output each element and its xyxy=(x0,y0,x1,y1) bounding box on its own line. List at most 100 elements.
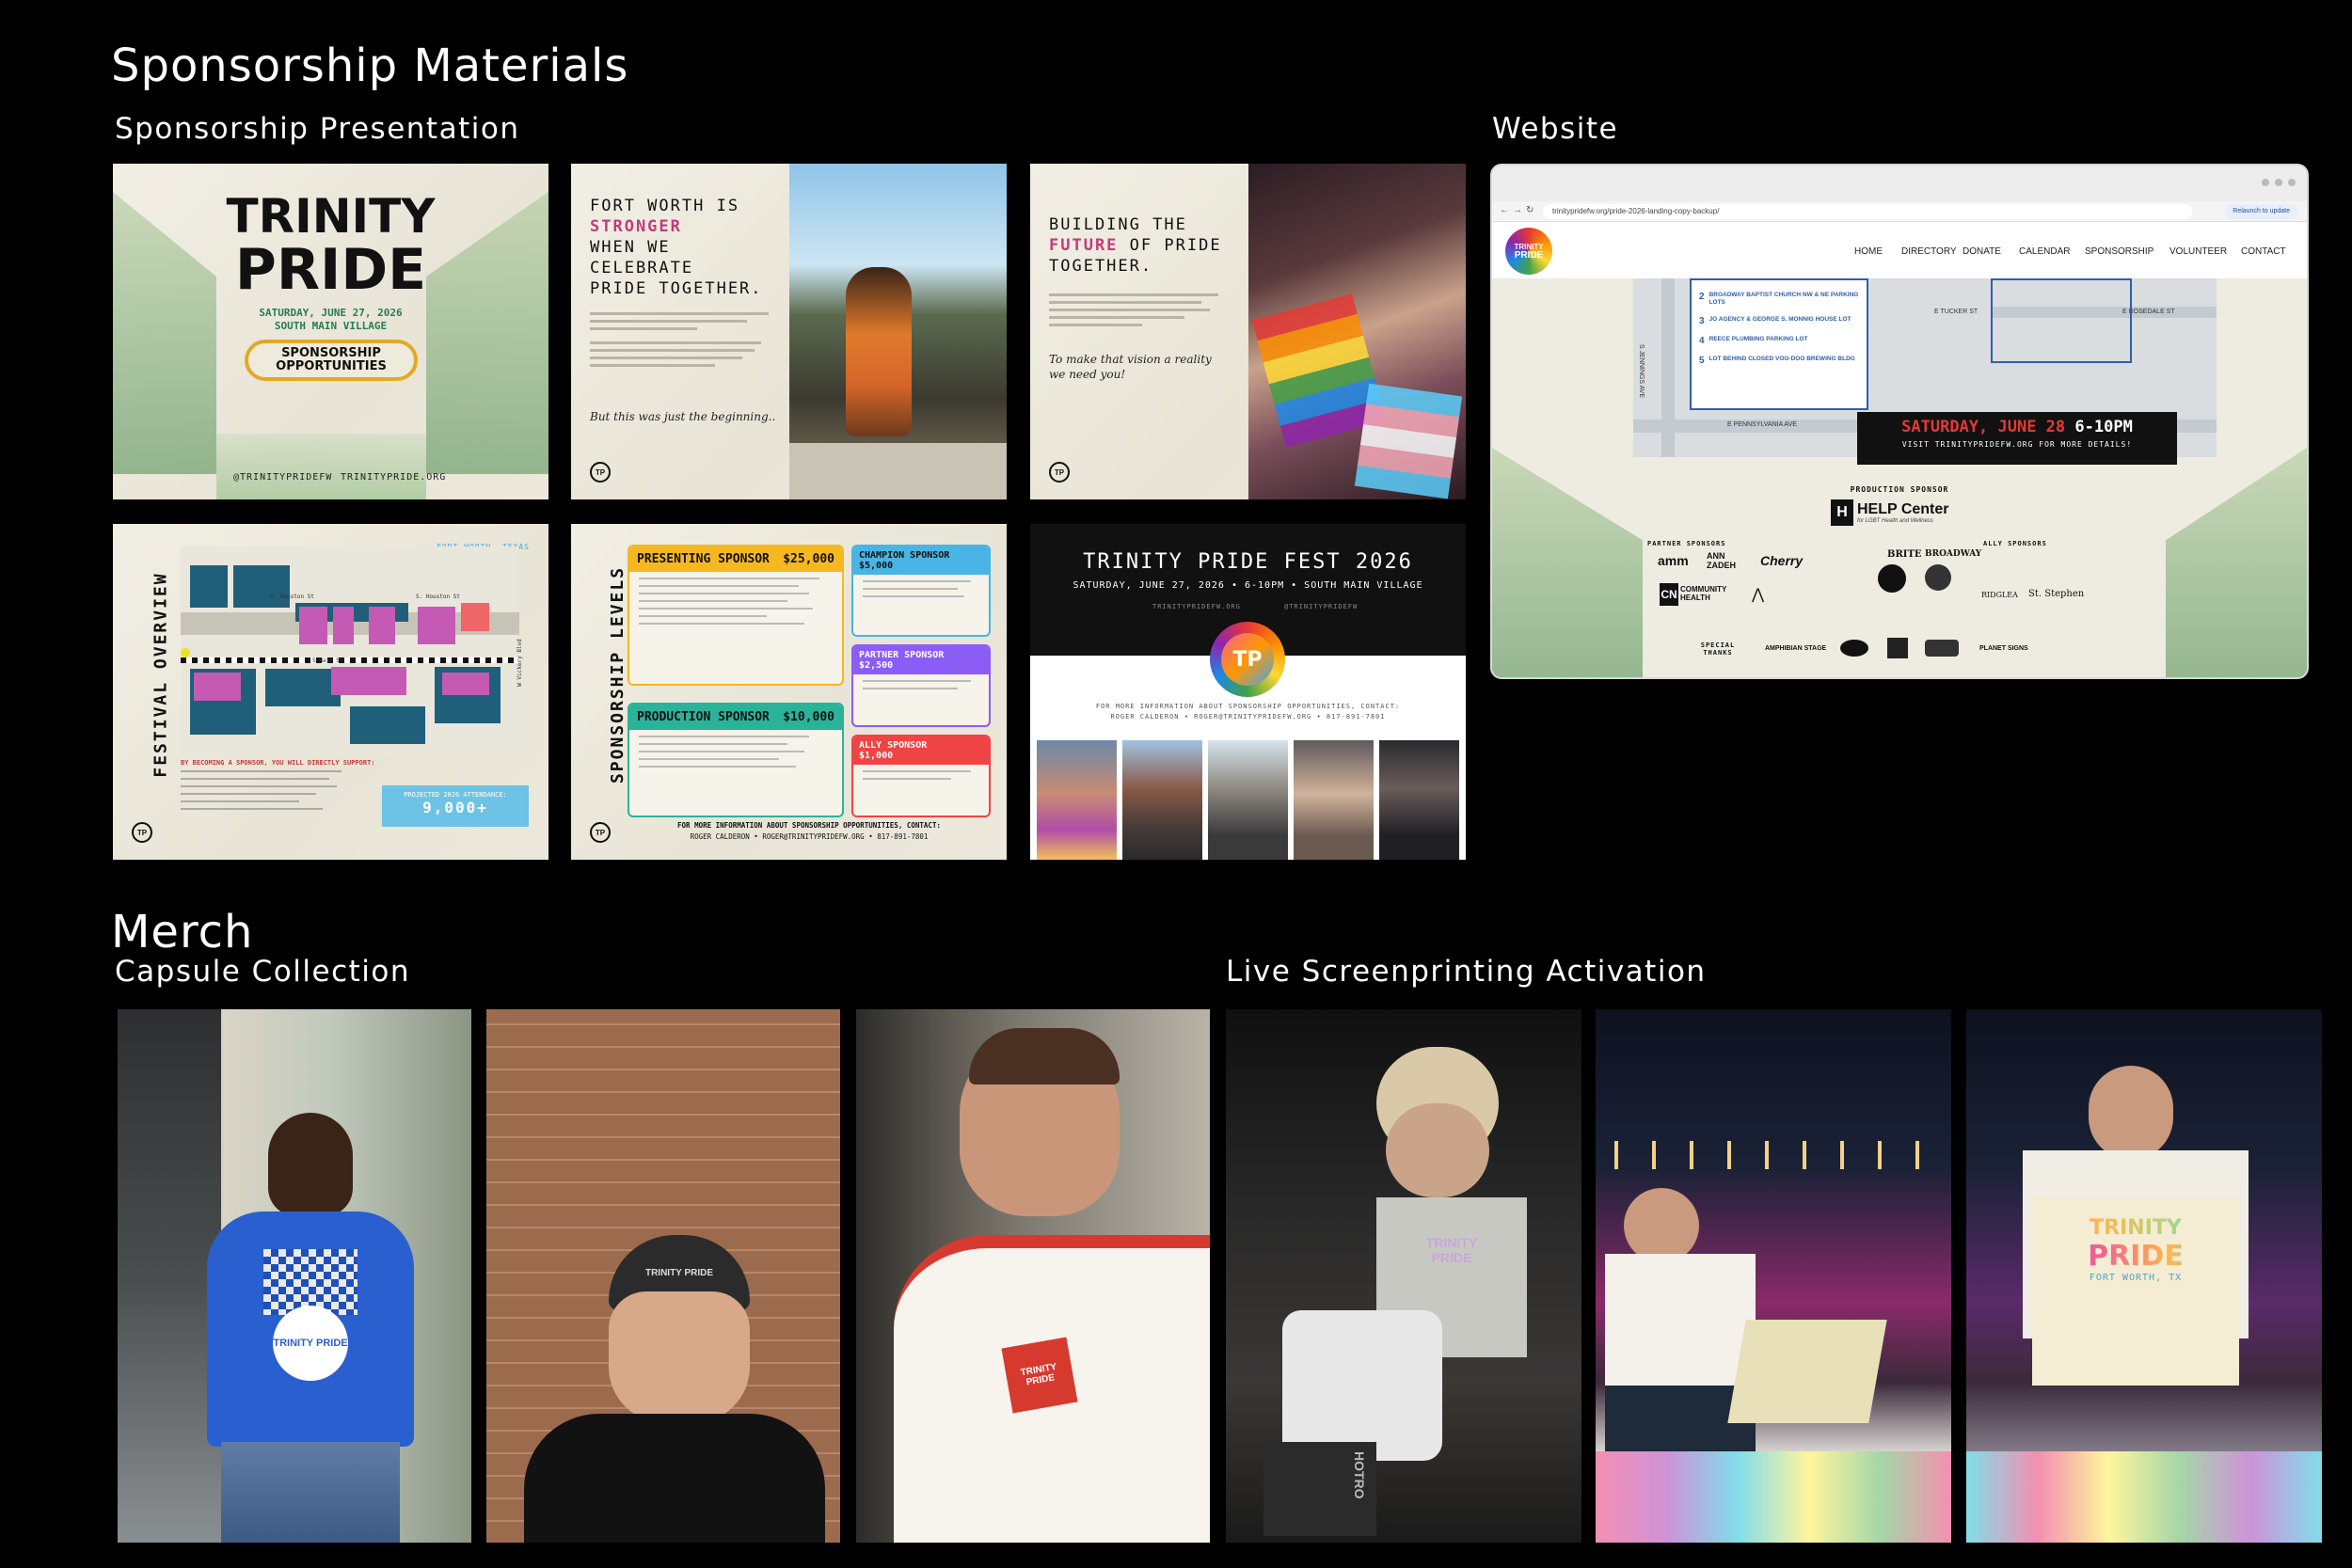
nav-directory[interactable]: DIRECTORY xyxy=(1901,246,1957,257)
nav-calendar[interactable]: CALENDAR xyxy=(2019,246,2070,257)
tp-logo-icon: TP xyxy=(1049,462,1070,483)
parking-item: 5 LOT BEHIND CLOSED VOO-DOO BREWING BLDG xyxy=(1699,356,1859,366)
ally-logo[interactable]: RIDGLEA xyxy=(1981,591,2018,599)
partner-logo[interactable]: ANN ZADEH xyxy=(1707,551,1754,570)
special-logo-icon[interactable] xyxy=(1840,640,1868,657)
fest-contact-details: ROGER CALDERON • ROGER@TRINITYPRIDEFW.OR… xyxy=(1110,713,1386,721)
forward-icon[interactable]: → xyxy=(1513,205,1522,215)
marriott-logo-icon[interactable]: ⋀ xyxy=(1752,585,1771,603)
parking-text: REECE PLUMBING PARKING LOT xyxy=(1708,336,1808,342)
tier-price: $1,000 xyxy=(859,751,894,761)
overview-support-heading: BY BECOMING A SPONSOR, YOU WILL DIRECTLY… xyxy=(181,759,375,767)
cover-badge: SPONSORSHIP OPPORTUNITIES xyxy=(245,340,418,381)
relaunch-button[interactable]: Relaunch to update xyxy=(2225,204,2297,219)
back-icon[interactable]: ← xyxy=(1500,205,1509,215)
partner-circle-logo[interactable] xyxy=(1878,564,1906,593)
live-photo-screen-printer xyxy=(1596,1009,1951,1543)
white-tee xyxy=(1605,1254,1756,1395)
slide2-line2: STRONGER xyxy=(590,217,682,236)
parking-text: LOT BEHIND CLOSED VOO-DOO BREWING BLDG xyxy=(1708,356,1855,362)
nav-volunteer[interactable]: VOLUNTEER xyxy=(2169,246,2227,257)
capsule-photo-hat: TRINITY PRIDE xyxy=(486,1009,840,1543)
special-logo[interactable]: PLANET SIGNS xyxy=(1979,645,2028,652)
tie-dye-shirts xyxy=(1596,1451,1951,1543)
help-logo-icon: H xyxy=(1831,499,1853,526)
slide2-headline: FORT WORTH IS STRONGER WHEN WE CELEBRATE… xyxy=(590,196,763,299)
parking-item: 3 JO AGENCY & GEORGE S. MONNIG HOUSE LOT xyxy=(1699,316,1859,326)
fest-photo xyxy=(1037,740,1117,860)
parking-text: BROADWAY BAPTIST CHURCH NW & NE PARKING … xyxy=(1708,292,1859,306)
jeans xyxy=(221,1442,400,1543)
nav-home[interactable]: HOME xyxy=(1854,246,1883,257)
map-vendor-block xyxy=(194,673,241,701)
hair xyxy=(969,1028,1120,1085)
tier-presenting: PRESENTING SPONSOR $25,000 xyxy=(628,545,844,686)
ally-logo[interactable]: St. Stephen xyxy=(2028,589,2084,599)
ally-logo[interactable]: BROADWAY xyxy=(1925,549,1981,559)
ally-logo[interactable]: BRITE xyxy=(1887,549,1922,560)
map-rail xyxy=(181,657,519,663)
tote-line1: TRINITY xyxy=(2032,1216,2239,1240)
cover-handle: @TRINITYPRIDEFW xyxy=(233,472,333,483)
cn-logo-icon[interactable]: CN xyxy=(1660,583,1678,606)
partner-circle-logo[interactable] xyxy=(1925,564,1951,591)
tp-logo-icon: TP xyxy=(590,462,611,483)
slide3-line1: BUILDING THE xyxy=(1049,215,1187,234)
press-label: HOTRO xyxy=(1263,1442,1376,1536)
trans-flag xyxy=(1354,383,1463,499)
banner-date: SATURDAY, JUNE 28 xyxy=(1901,418,2066,436)
nav-contact[interactable]: CONTACT xyxy=(2241,246,2286,257)
slide2-line4: CELEBRATE xyxy=(590,259,694,277)
map-vendor-block xyxy=(299,607,327,644)
map-label-tucker: E TUCKER ST xyxy=(1934,309,1979,315)
nav-donate[interactable]: DONATE xyxy=(1963,246,2001,257)
nav-sponsorship[interactable]: SPONSORSHIP xyxy=(2085,246,2153,257)
heading-capsule-collection: Capsule Collection xyxy=(115,955,410,989)
special-logo[interactable]: AMPHIBIAN STAGE xyxy=(1765,645,1826,652)
levels-contact-details: ROGER CALDERON • ROGER@TRINITYPRIDEFW.OR… xyxy=(690,832,929,841)
slide3-line2: FUTURE xyxy=(1049,236,1119,255)
map-street-label: S Main St xyxy=(312,657,343,664)
amm-logo[interactable]: amm xyxy=(1658,553,1689,572)
ringer-shirt: TRINITY PRIDE xyxy=(894,1235,1210,1543)
partner-logo[interactable]: Cherry xyxy=(1760,553,1803,568)
special-logo-icon[interactable] xyxy=(1887,638,1908,658)
slide3-line3: TOGETHER. xyxy=(1049,257,1153,276)
partner-logo[interactable]: COMMUNITY HEALTH xyxy=(1680,585,1737,602)
cover-date: SATURDAY, JUNE 27, 2026 xyxy=(259,307,403,319)
map-block xyxy=(265,669,341,706)
slide-stronger: FORT WORTH IS STRONGER WHEN WE CELEBRATE… xyxy=(571,164,1007,499)
map-block xyxy=(233,565,290,608)
site-logo-line2: PRIDE xyxy=(1514,250,1544,261)
heading-sponsorship-materials: Sponsorship Materials xyxy=(111,40,629,92)
fest-title: TRINITY PRIDE FEST 2026 xyxy=(1083,550,1413,574)
special-logo-icon[interactable] xyxy=(1925,640,1959,657)
crowd-photo xyxy=(1248,164,1466,499)
map-block xyxy=(190,565,228,608)
shirt-print: TRINITY PRIDE xyxy=(1001,1337,1078,1414)
production-sponsor-label: PRODUCTION SPONSOR xyxy=(1850,485,1949,494)
tier-name: CHAMPION SPONSOR xyxy=(859,550,950,561)
address-bar[interactable]: trinitypridefw.org/pride-2026-landing-co… xyxy=(1543,204,2192,219)
site-logo[interactable]: TRINITY PRIDE xyxy=(1505,228,1552,275)
cover-title-trinity: TRINITY xyxy=(226,189,436,244)
overview-support-list xyxy=(181,770,350,816)
tier-name: PARTNER SPONSOR xyxy=(859,650,945,660)
attendance-box: PROJECTED 2026 ATTENDANCE: 9,000+ xyxy=(382,785,529,827)
map-vendor-block xyxy=(331,667,406,695)
production-sponsor-logo[interactable]: H HELP Center for LGBT Health and Wellnes… xyxy=(1831,499,1972,527)
reload-icon[interactable]: ↻ xyxy=(1526,205,1534,215)
map-street-label: S. Houston St xyxy=(416,594,460,600)
production-sponsor-sub: for LGBT Health and Wellness xyxy=(1857,518,1933,524)
heading-website: Website xyxy=(1492,112,1619,146)
map-street-label: S. Houston St xyxy=(270,594,314,600)
tier-price: $2,500 xyxy=(859,660,894,671)
parking-item: 4 REECE PLUMBING PARKING LOT xyxy=(1699,336,1859,346)
slide3-line2b: OF PRIDE xyxy=(1129,236,1222,255)
heading-merch: Merch xyxy=(111,906,254,958)
map-label-jennings: S JENNINGS AVE xyxy=(1638,344,1645,399)
slide3-headline: BUILDING THE FUTURE OF PRIDE TOGETHER. xyxy=(1049,214,1222,277)
slide2-body xyxy=(590,312,769,372)
heading-live-screenprinting: Live Screenprinting Activation xyxy=(1226,955,1707,989)
attendance-label: PROJECTED 2026 ATTENDANCE: xyxy=(404,791,507,799)
